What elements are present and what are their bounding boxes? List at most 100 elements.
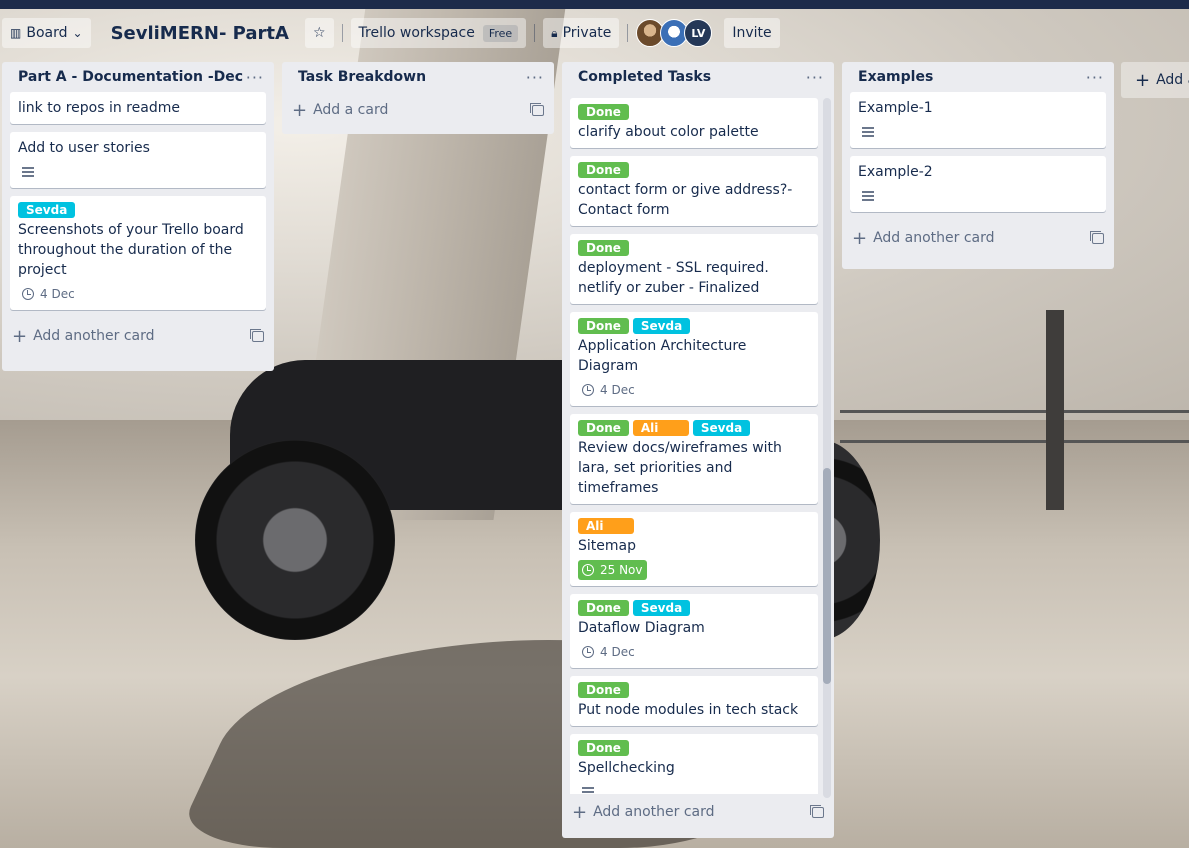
- visibility-button[interactable]: 🔒︎ Private: [543, 18, 620, 48]
- card[interactable]: Done contact form or give address?- Cont…: [570, 156, 818, 226]
- label-sevda: Sevda: [632, 318, 691, 334]
- lock-icon: 🔒︎: [551, 25, 558, 40]
- scrollbar-thumb[interactable]: [823, 468, 831, 684]
- label-done: Done: [578, 420, 629, 436]
- more-options-icon[interactable]: ···: [246, 68, 264, 87]
- list-title[interactable]: Part A - Documentation -Dec 9: [18, 69, 246, 85]
- card-title: clarify about color palette: [578, 124, 759, 140]
- card-title: contact form or give address?- Contact f…: [578, 182, 793, 218]
- card[interactable]: Done Sevda Dataflow Diagram 4 Dec: [570, 594, 818, 668]
- plus-icon: +: [572, 801, 588, 823]
- add-list-button[interactable]: + Add a: [1121, 62, 1189, 98]
- visibility-label: Private: [562, 25, 612, 41]
- list-part-a-documentation: Part A - Documentation -Dec 9 ··· link t…: [2, 62, 274, 371]
- card[interactable]: Sevda Screenshots of your Trello board t…: [10, 196, 266, 310]
- board-title[interactable]: SevliMERN- PartA: [111, 23, 289, 44]
- label-done: Done: [578, 600, 629, 616]
- plus-icon: +: [1135, 69, 1151, 91]
- due-date-badge: 4 Dec: [578, 642, 639, 662]
- card-title: Screenshots of your Trello board through…: [18, 222, 244, 278]
- card-title: Add to user stories: [18, 140, 150, 156]
- add-card-label: Add another card: [33, 328, 155, 344]
- label-done: Done: [578, 104, 629, 120]
- label-ali: Ali: [632, 420, 689, 436]
- list-title[interactable]: Examples: [858, 69, 933, 85]
- more-options-icon[interactable]: ···: [1086, 68, 1104, 87]
- card[interactable]: Done Spellchecking: [570, 734, 818, 794]
- avatar-initials[interactable]: LV: [684, 19, 713, 47]
- list-examples: Examples ··· Example-1 Example-2 + Add an…: [842, 62, 1114, 269]
- label-ali: Ali: [578, 518, 634, 534]
- add-card-label: Add a card: [313, 102, 389, 118]
- label-done: Done: [578, 682, 629, 698]
- label-sevda: Sevda: [632, 600, 691, 616]
- workspace-button[interactable]: Trello workspace Free: [350, 18, 527, 48]
- label-done: Done: [578, 318, 629, 334]
- label-done: Done: [578, 740, 629, 756]
- list-task-breakdown: Task Breakdown ··· + Add a card: [282, 62, 554, 134]
- board-header: ▥ Board ⌄ SevliMERN- PartA ☆ Trello work…: [0, 9, 1189, 57]
- list-header: Part A - Documentation -Dec 9 ···: [2, 62, 274, 92]
- more-options-icon[interactable]: ···: [526, 68, 544, 87]
- view-switcher-button[interactable]: ▥ Board ⌄: [2, 18, 91, 48]
- board-icon: ▥: [10, 26, 22, 40]
- clock-icon: [582, 646, 594, 658]
- card-title: Spellchecking: [578, 760, 675, 776]
- plus-icon: +: [292, 99, 308, 121]
- star-button[interactable]: ☆: [304, 18, 334, 48]
- card[interactable]: Done clarify about color palette: [570, 98, 818, 148]
- card-title: Put node modules in tech stack: [578, 702, 799, 718]
- more-options-icon[interactable]: ···: [806, 68, 824, 87]
- plus-icon: +: [12, 325, 28, 347]
- add-card-button[interactable]: + Add another card: [842, 220, 1114, 256]
- card[interactable]: Done Ali Sevda Review docs/wireframes wi…: [570, 414, 818, 504]
- card[interactable]: Done Sevda Application Architecture Diag…: [570, 312, 818, 406]
- app-top-bar: [0, 0, 1189, 9]
- add-card-button[interactable]: + Add another card: [562, 794, 834, 830]
- list-header: Task Breakdown ···: [282, 62, 554, 92]
- list-header: Completed Tasks ···: [562, 62, 834, 92]
- add-card-button[interactable]: + Add a card: [282, 92, 554, 128]
- due-date-badge-complete[interactable]: 25 Nov: [578, 560, 647, 580]
- card-template-icon[interactable]: [250, 328, 264, 342]
- due-date-text: 25 Nov: [600, 563, 643, 577]
- card-title: link to repos in readme: [18, 100, 180, 116]
- label-done: Done: [578, 162, 629, 178]
- card-title: Sitemap: [578, 538, 636, 554]
- divider: [627, 24, 629, 42]
- card[interactable]: link to repos in readme: [10, 92, 266, 124]
- add-card-label: Add another card: [593, 804, 715, 820]
- card[interactable]: Add to user stories: [10, 132, 266, 188]
- add-card-button[interactable]: + Add another card: [2, 318, 274, 354]
- list-scrollbar[interactable]: [823, 98, 831, 798]
- description-icon: [862, 191, 874, 201]
- list-title[interactable]: Completed Tasks: [578, 69, 711, 85]
- card-template-icon[interactable]: [810, 804, 824, 818]
- clock-icon: [582, 384, 594, 396]
- description-icon: [862, 127, 874, 137]
- list-header: Examples ···: [842, 62, 1114, 92]
- card-template-icon[interactable]: [530, 102, 544, 116]
- add-list-label: Add a: [1156, 72, 1189, 88]
- card[interactable]: Ali Sitemap 25 Nov: [570, 512, 818, 586]
- clock-icon: [582, 564, 594, 576]
- invite-button[interactable]: Invite: [724, 18, 780, 48]
- card[interactable]: Done Put node modules in tech stack: [570, 676, 818, 726]
- chevron-down-icon: ⌄: [72, 26, 83, 40]
- star-icon: ☆: [312, 25, 326, 41]
- free-badge: Free: [482, 24, 519, 42]
- card[interactable]: Example-2: [850, 156, 1106, 212]
- card[interactable]: Example-1: [850, 92, 1106, 148]
- divider: [341, 24, 343, 42]
- card-title: deployment - SSL required. netlify or zu…: [578, 260, 769, 296]
- due-date-text: 4 Dec: [40, 287, 75, 301]
- card-title: Example-2: [858, 164, 933, 180]
- list-title[interactable]: Task Breakdown: [298, 69, 426, 85]
- card-template-icon[interactable]: [1090, 230, 1104, 244]
- card-title: Application Architecture Diagram: [578, 338, 747, 374]
- card-title: Example-1: [858, 100, 933, 116]
- workspace-label: Trello workspace: [358, 25, 475, 41]
- card[interactable]: Done deployment - SSL required. netlify …: [570, 234, 818, 304]
- label-sevda: Sevda: [692, 420, 751, 436]
- card-title: Review docs/wireframes with lara, set pr…: [578, 440, 782, 496]
